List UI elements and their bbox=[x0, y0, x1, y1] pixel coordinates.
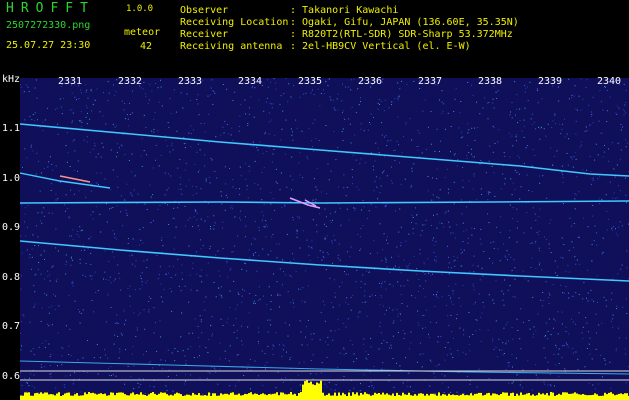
x-tick-2338: 2338 bbox=[478, 76, 503, 87]
antenna-label: Receiving antenna bbox=[180, 41, 283, 52]
spectrogram bbox=[20, 78, 629, 400]
file-name: 2507272330.png bbox=[6, 20, 91, 31]
y-tick-1.1: 1.1 bbox=[2, 123, 21, 134]
x-tick-2331: 2331 bbox=[58, 76, 83, 87]
x-tick-2334: 2334 bbox=[238, 76, 263, 87]
meteor-label: meteor bbox=[124, 27, 161, 38]
y-tick-0.9: 0.9 bbox=[2, 222, 21, 233]
x-tick-2333: 2333 bbox=[178, 76, 203, 87]
app-version: 1.0.0 bbox=[126, 4, 154, 14]
x-tick-2340: 2340 bbox=[597, 76, 622, 87]
receiver-value: : R820T2(RTL-SDR) SDR-Sharp 53.372MHz bbox=[290, 29, 513, 40]
app-title: HROFFT bbox=[6, 1, 95, 16]
antenna-value: : 2el-HB9CV Vertical (el. E-W) bbox=[290, 41, 471, 52]
observer-value: : Takanori Kawachi bbox=[290, 5, 399, 16]
x-tick-2339: 2339 bbox=[538, 76, 563, 87]
receiver-label: Receiver bbox=[180, 29, 229, 40]
meteor-count: 42 bbox=[140, 41, 153, 52]
y-tick-0.7: 0.7 bbox=[2, 321, 21, 332]
y-unit-label: kHz bbox=[2, 74, 21, 85]
x-tick-2332: 2332 bbox=[118, 76, 143, 87]
y-tick-1.0: 1.0 bbox=[2, 173, 21, 184]
y-tick-0.8: 0.8 bbox=[2, 272, 21, 283]
location-value: : Ogaki, Gifu, JAPAN (136.60E, 35.35N) bbox=[290, 17, 519, 28]
observer-label: Observer bbox=[180, 5, 229, 16]
x-tick-2336: 2336 bbox=[358, 76, 383, 87]
x-tick-2335: 2335 bbox=[298, 76, 323, 87]
y-tick-0.6: 0.6 bbox=[2, 371, 21, 382]
x-tick-2337: 2337 bbox=[418, 76, 443, 87]
location-label: Receiving Location bbox=[180, 17, 289, 28]
file-datetime: 25.07.27 23:30 bbox=[6, 40, 91, 51]
